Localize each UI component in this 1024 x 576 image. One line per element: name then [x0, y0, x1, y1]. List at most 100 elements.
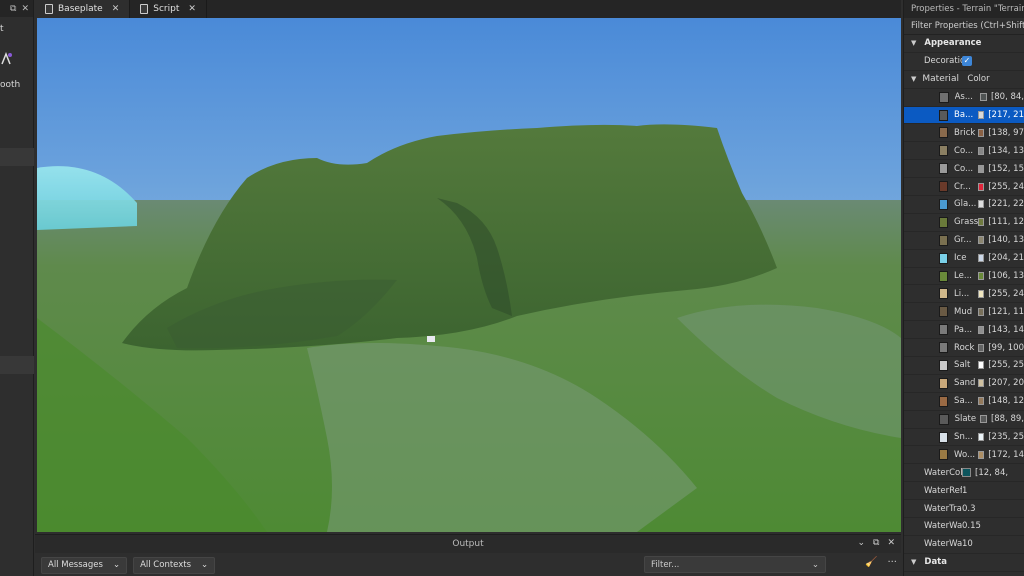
material-row[interactable]: Sa... [148, 12 — [904, 393, 1024, 411]
material-row[interactable]: Ice [204, 21 — [904, 250, 1024, 268]
pin-icon[interactable]: ⧉ — [873, 538, 879, 548]
color-swatch[interactable] — [979, 415, 987, 424]
material-row[interactable]: Wo... [172, 14 — [904, 446, 1024, 465]
color-swatch[interactable] — [979, 93, 987, 102]
material-color-value[interactable]: [221, 22 — [988, 199, 1024, 209]
material-row[interactable]: Slate [88, 89, — [904, 411, 1024, 429]
material-row[interactable]: Gla... [221, 22 — [904, 196, 1024, 214]
color-swatch[interactable] — [977, 325, 985, 334]
material-color-value[interactable]: [255, 25 — [988, 360, 1024, 370]
property-value[interactable]: 1 — [962, 486, 967, 496]
material-color-value[interactable]: [138, 97 — [988, 128, 1024, 138]
property-water-wave-size[interactable]: WaterWave... 0.15 — [904, 518, 1024, 536]
material-row[interactable]: Rock [99, 100 — [904, 339, 1024, 358]
properties-filter-input[interactable]: Filter Properties (Ctrl+Shift+P) — [904, 18, 1024, 35]
color-swatch[interactable] — [977, 128, 985, 137]
property-material-header[interactable]: ▼ Material Color — [904, 71, 1024, 89]
close-icon[interactable]: ✕ — [21, 4, 29, 14]
terrain-scene[interactable] — [37, 18, 901, 532]
property-decoration[interactable]: Decoration ✓ — [904, 53, 1024, 71]
contexts-filter-dropdown[interactable]: All Contexts ⌄ — [133, 556, 216, 574]
material-color-value[interactable]: [172, 14 — [988, 450, 1024, 460]
clear-output-icon[interactable]: 🧹 — [865, 557, 877, 568]
property-water-color[interactable]: WaterColor [12, 84, — [904, 464, 1024, 483]
material-color-value[interactable]: [217, 21 — [988, 110, 1024, 120]
collapse-triangle-icon[interactable]: ▼ — [911, 558, 916, 566]
material-color-value[interactable]: [255, 24 — [988, 289, 1024, 299]
pin-icon[interactable]: ⧉ — [10, 4, 16, 14]
decoration-checkbox[interactable]: ✓ — [962, 56, 972, 67]
material-color-value[interactable]: [140, 13 — [988, 235, 1024, 245]
close-tab-icon[interactable]: ✕ — [112, 4, 120, 14]
section-appearance[interactable]: ▼ Appearance — [904, 35, 1024, 53]
material-row[interactable]: Li... [255, 24 — [904, 285, 1024, 304]
left-panel-row[interactable] — [0, 356, 34, 374]
material-color-value[interactable]: [143, 14 — [988, 325, 1024, 335]
material-row[interactable]: Co... [152, 15 — [904, 160, 1024, 179]
property-value[interactable]: 0.15 — [962, 521, 981, 531]
color-swatch[interactable] — [977, 289, 985, 298]
color-swatch[interactable] — [977, 218, 985, 227]
property-water-reflectance[interactable]: WaterRefle... 1 — [904, 482, 1024, 501]
color-swatch[interactable] — [977, 236, 985, 245]
material-color-value[interactable]: [134, 13 — [988, 146, 1024, 156]
material-color-value[interactable]: [207, 20 — [988, 378, 1024, 388]
tab-script[interactable]: Script ✕ — [130, 0, 207, 18]
color-swatch[interactable] — [977, 254, 985, 263]
material-row[interactable]: Grass [111, 12 — [904, 214, 1024, 232]
close-icon[interactable]: ✕ — [887, 538, 895, 548]
spawn-marker[interactable] — [427, 336, 435, 342]
color-swatch[interactable] — [977, 361, 985, 370]
property-value[interactable]: 10 — [962, 539, 973, 549]
material-row[interactable]: Pa... [143, 14 — [904, 321, 1024, 340]
color-swatch[interactable] — [977, 272, 985, 281]
material-row[interactable]: Mud [121, 11 — [904, 303, 1024, 322]
material-color-value[interactable]: [152, 15 — [988, 164, 1024, 174]
left-panel-row[interactable] — [0, 148, 34, 166]
color-swatch[interactable] — [977, 307, 985, 316]
property-water-transparency[interactable]: WaterTrans... 0.3 — [904, 500, 1024, 519]
section-data[interactable]: ▼ Data — [904, 554, 1024, 572]
material-row[interactable]: Salt [255, 25 — [904, 357, 1024, 375]
material-color-value[interactable]: [148, 12 — [988, 396, 1024, 406]
color-swatch[interactable] — [977, 200, 985, 209]
material-color-value[interactable]: [80, 84, — [991, 92, 1024, 102]
material-color-value[interactable]: [111, 12 — [988, 217, 1024, 227]
close-tab-icon[interactable]: ✕ — [188, 4, 196, 14]
material-color-value[interactable]: [235, 25 — [988, 432, 1024, 442]
collapse-triangle-icon[interactable]: ▼ — [911, 39, 916, 47]
material-row[interactable]: Le... [106, 13 — [904, 268, 1024, 286]
property-value[interactable]: [12, 84, — [975, 468, 1008, 478]
material-row[interactable]: Gr... [140, 13 — [904, 232, 1024, 250]
messages-filter-dropdown[interactable]: All Messages ⌄ — [41, 556, 128, 574]
color-swatch[interactable] — [977, 343, 985, 352]
3d-viewport[interactable] — [37, 18, 901, 532]
material-color-value[interactable]: [88, 89, — [991, 414, 1024, 424]
tab-baseplate[interactable]: Baseplate ✕ — [35, 0, 131, 18]
property-value[interactable]: 0.3 — [962, 504, 976, 514]
output-filter-input[interactable]: Filter... ⌄ — [644, 556, 826, 573]
color-swatch[interactable] — [977, 182, 985, 191]
color-swatch[interactable] — [977, 164, 985, 173]
color-swatch[interactable] — [977, 433, 985, 442]
material-row[interactable]: Ba... [217, 21 — [904, 106, 1024, 125]
material-color-value[interactable]: [121, 11 — [988, 307, 1024, 317]
color-swatch[interactable] — [962, 468, 971, 478]
material-color-value[interactable]: [255, 24 — [988, 182, 1024, 192]
material-row[interactable]: Sand [207, 20 — [904, 375, 1024, 393]
color-swatch[interactable] — [977, 146, 985, 155]
material-row[interactable]: Co... [134, 13 — [904, 142, 1024, 161]
color-swatch[interactable] — [977, 397, 985, 406]
color-swatch[interactable] — [977, 450, 985, 459]
material-color-value[interactable]: [204, 21 — [988, 253, 1024, 263]
material-row[interactable]: As... [80, 84, — [904, 89, 1024, 107]
material-row[interactable]: Cr... [255, 24 — [904, 178, 1024, 197]
collapse-triangle-icon[interactable]: ▼ — [911, 75, 916, 83]
material-row[interactable]: Brick [138, 97 — [904, 124, 1024, 143]
color-swatch[interactable] — [977, 379, 985, 388]
chevron-down-icon[interactable]: ⌄ — [857, 538, 865, 548]
property-water-wave-speed[interactable]: WaterWave... 10 — [904, 536, 1024, 554]
material-color-value[interactable]: [99, 100 — [988, 343, 1024, 353]
material-color-value[interactable]: [106, 13 — [988, 271, 1024, 281]
tool-icon[interactable] — [0, 52, 12, 66]
